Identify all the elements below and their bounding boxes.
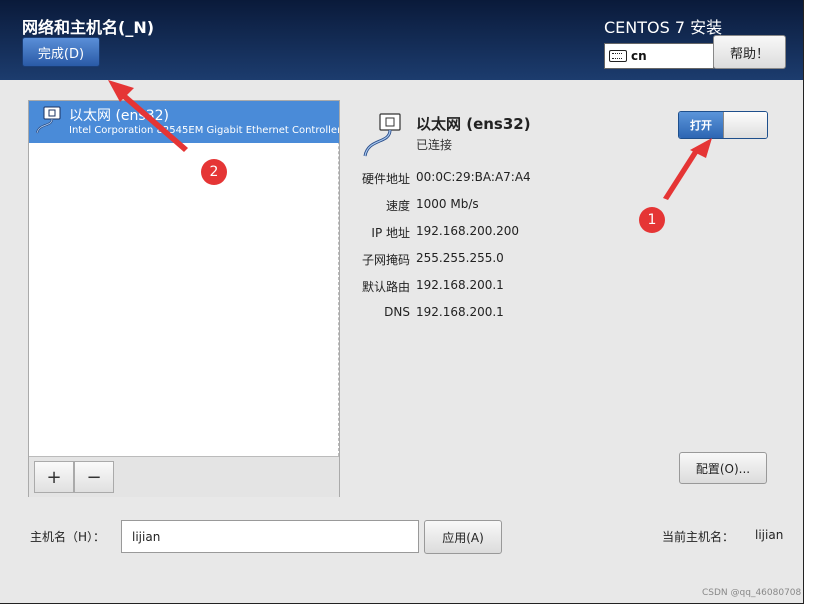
product-title: CENTOS 7 安装 (604, 18, 723, 37)
keyboard-layout-indicator[interactable]: cn (604, 43, 714, 69)
property-row: IP 地址 192.168.200.200 (340, 224, 660, 244)
property-value: 192.168.200.200 (416, 224, 520, 238)
property-value: 255.255.255.0 (416, 251, 504, 265)
keyboard-icon (609, 50, 627, 62)
property-value: 192.168.200.1 (416, 305, 504, 319)
hostname-label: 主机名（H）： (30, 530, 106, 544)
ethernet-cable-icon (363, 113, 401, 157)
device-detail-title: 以太网 (ens32) (416, 115, 531, 133)
property-row: 速度 1000 Mb/s (340, 197, 660, 217)
property-label: 默认路由 (361, 280, 410, 294)
property-label: 子网掩码 (361, 253, 410, 267)
watermark: CSDN @qq_46080708 (702, 588, 802, 598)
property-value: 1000 Mb/s (416, 197, 479, 211)
property-row: 硬件地址 00:0C:29:BA:A7:A4 (340, 170, 660, 190)
keyboard-layout-label: cn (631, 49, 647, 63)
arrow-to-toggle (663, 138, 712, 200)
remove-device-button[interactable]: − (74, 461, 114, 493)
toggle-on-label: 打开 (679, 112, 723, 138)
property-row: 子网掩码 255.255.255.0 (340, 251, 660, 271)
property-row: 默认路由 192.168.200.1 (340, 278, 660, 298)
property-value: 192.168.200.1 (416, 278, 504, 292)
device-list-toolbar: + − (29, 456, 339, 497)
property-label: 硬件地址 (361, 172, 410, 186)
connection-status: 已连接 (416, 138, 453, 152)
help-button[interactable]: 帮助！ (713, 35, 786, 69)
property-value: 00:0C:29:BA:A7:A4 (416, 170, 531, 184)
property-label: DNS (384, 305, 410, 319)
installer-window: 网络和主机名(_N) 完成(D) CENTOS 7 安装 cn 帮助！ 以太网 … (0, 0, 804, 604)
device-name: 以太网 (ens32) (69, 108, 169, 124)
current-hostname-value: lijian (755, 528, 784, 542)
toggle-knob[interactable] (723, 112, 767, 138)
device-on-off-toggle[interactable]: 打开 (678, 111, 768, 139)
property-row: DNS 192.168.200.1 (340, 305, 660, 325)
add-device-button[interactable]: + (34, 461, 74, 493)
property-label: IP 地址 (371, 226, 410, 240)
done-button[interactable]: 完成(D) (22, 37, 100, 67)
configure-button[interactable]: 配置(O)... (679, 452, 767, 484)
device-list-panel: 以太网 (ens32) Intel Corporation 82545EM Gi… (28, 100, 340, 497)
hostname-input[interactable] (121, 520, 419, 553)
page-title: 网络和主机名(_N) (22, 18, 155, 37)
device-list: 以太网 (ens32) Intel Corporation 82545EM Gi… (29, 101, 339, 456)
current-hostname-label: 当前主机名： (662, 530, 735, 544)
device-list-item[interactable]: 以太网 (ens32) Intel Corporation 82545EM Gi… (29, 101, 339, 143)
header-bar: 网络和主机名(_N) 完成(D) CENTOS 7 安装 cn 帮助！ (0, 0, 803, 80)
ethernet-cable-icon (36, 106, 61, 134)
property-label: 速度 (385, 199, 410, 213)
annotation-badge-2: 2 (201, 159, 227, 185)
annotation-badge-1: 1 (639, 207, 665, 233)
device-description: Intel Corporation 82545EM Gigabit Ethern… (69, 125, 339, 136)
apply-hostname-button[interactable]: 应用(A) (424, 520, 502, 554)
